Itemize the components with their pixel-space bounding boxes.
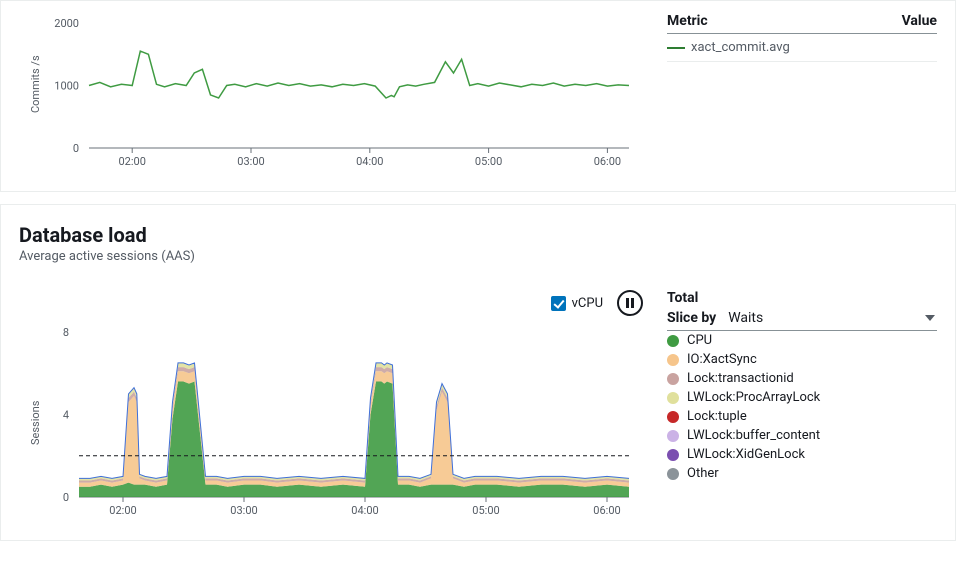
commits-panel: Commits /s 0 1000 2000 02:00 03:00 04:00 05:00… bbox=[0, 0, 956, 192]
legend-dot-icon bbox=[667, 430, 679, 442]
svg-text:2000: 2000 bbox=[54, 17, 79, 30]
metric-legend: Metric Value xact_commit.avg bbox=[667, 13, 937, 173]
svg-text:1000: 1000 bbox=[54, 80, 79, 93]
legend-item[interactable]: IO:XactSync bbox=[667, 350, 937, 369]
commits-ylabel: Commits /s bbox=[29, 55, 42, 113]
dbload-legend: Total Slice by Waits CPU IO:XactSync Lock:… bbox=[667, 290, 937, 522]
pause-button[interactable] bbox=[617, 290, 643, 316]
metric-row[interactable]: xact_commit.avg bbox=[667, 34, 937, 62]
legend-label: LWLock:ProcArrayLock bbox=[687, 390, 820, 405]
line-swatch-icon bbox=[667, 47, 685, 49]
legend-label: Lock:tuple bbox=[687, 409, 747, 424]
checkbox-icon bbox=[551, 296, 566, 311]
dbload-chart-area: vCPU Sessions 0 4 8 02:00 03:00 04:00 05:00 06:… bbox=[19, 290, 643, 522]
svg-text:05:00: 05:00 bbox=[472, 504, 499, 517]
legend-dot-icon bbox=[667, 373, 679, 385]
svg-text:06:00: 06:00 bbox=[593, 504, 620, 517]
dbload-panel: Database load Average active sessions (A… bbox=[0, 204, 956, 541]
slice-by-label: Slice by bbox=[667, 310, 716, 326]
metric-name: xact_commit.avg bbox=[691, 40, 790, 55]
chevron-down-icon bbox=[925, 315, 935, 321]
dbload-ylabel: Sessions bbox=[29, 401, 42, 445]
legend-dot-icon bbox=[667, 411, 679, 423]
legend-dot-icon bbox=[667, 335, 679, 347]
legend-dot-icon bbox=[667, 392, 679, 404]
slice-by-value: Waits bbox=[728, 310, 763, 326]
svg-text:0: 0 bbox=[73, 142, 79, 155]
legend-label: CPU bbox=[687, 333, 712, 348]
slice-by-select[interactable]: Waits bbox=[726, 310, 937, 326]
svg-text:06:00: 06:00 bbox=[594, 155, 621, 168]
svg-text:02:00: 02:00 bbox=[109, 504, 136, 517]
legend-item[interactable]: LWLock:XidGenLock bbox=[667, 445, 937, 464]
legend-total: Total bbox=[667, 290, 937, 308]
legend-label: IO:XactSync bbox=[687, 352, 757, 367]
legend-label: Other bbox=[687, 466, 719, 481]
legend-item[interactable]: CPU bbox=[667, 331, 937, 350]
commits-svg: 0 1000 2000 02:00 03:00 04:00 05:00 06:00 bbox=[19, 13, 639, 173]
legend-item[interactable]: Other bbox=[667, 464, 937, 483]
legend-dot-icon bbox=[667, 468, 679, 480]
svg-text:04:00: 04:00 bbox=[356, 155, 383, 168]
dbload-controls: vCPU bbox=[19, 290, 643, 322]
dbload-title: Database load bbox=[19, 223, 937, 247]
commits-chart: Commits /s 0 1000 2000 02:00 03:00 04:00 05:00… bbox=[19, 13, 643, 173]
legend-item[interactable]: LWLock:ProcArrayLock bbox=[667, 388, 937, 407]
svg-text:8: 8 bbox=[63, 326, 69, 339]
svg-text:04:00: 04:00 bbox=[351, 504, 378, 517]
svg-text:02:00: 02:00 bbox=[118, 155, 145, 168]
vcpu-label: vCPU bbox=[572, 296, 603, 311]
legend-label: LWLock:XidGenLock bbox=[687, 447, 805, 462]
svg-text:03:00: 03:00 bbox=[230, 504, 257, 517]
legend-item[interactable]: Lock:transactionid bbox=[667, 369, 937, 388]
legend-label: LWLock:buffer_content bbox=[687, 428, 820, 443]
dbload-svg: 0 4 8 02:00 03:00 04:00 05:00 06:00 bbox=[19, 322, 639, 522]
legend-item[interactable]: Lock:tuple bbox=[667, 407, 937, 426]
legend-dot-icon bbox=[667, 354, 679, 366]
svg-text:0: 0 bbox=[63, 491, 69, 504]
value-col-header: Value bbox=[902, 13, 937, 29]
svg-text:05:00: 05:00 bbox=[475, 155, 502, 168]
svg-text:4: 4 bbox=[63, 409, 69, 422]
svg-text:03:00: 03:00 bbox=[237, 155, 264, 168]
metric-col-header: Metric bbox=[667, 13, 708, 29]
vcpu-checkbox[interactable]: vCPU bbox=[551, 296, 603, 311]
legend-dot-icon bbox=[667, 449, 679, 461]
legend-label: Lock:transactionid bbox=[687, 371, 794, 386]
pause-icon bbox=[626, 298, 634, 308]
dbload-subtitle: Average active sessions (AAS) bbox=[19, 249, 937, 264]
legend-item[interactable]: LWLock:buffer_content bbox=[667, 426, 937, 445]
